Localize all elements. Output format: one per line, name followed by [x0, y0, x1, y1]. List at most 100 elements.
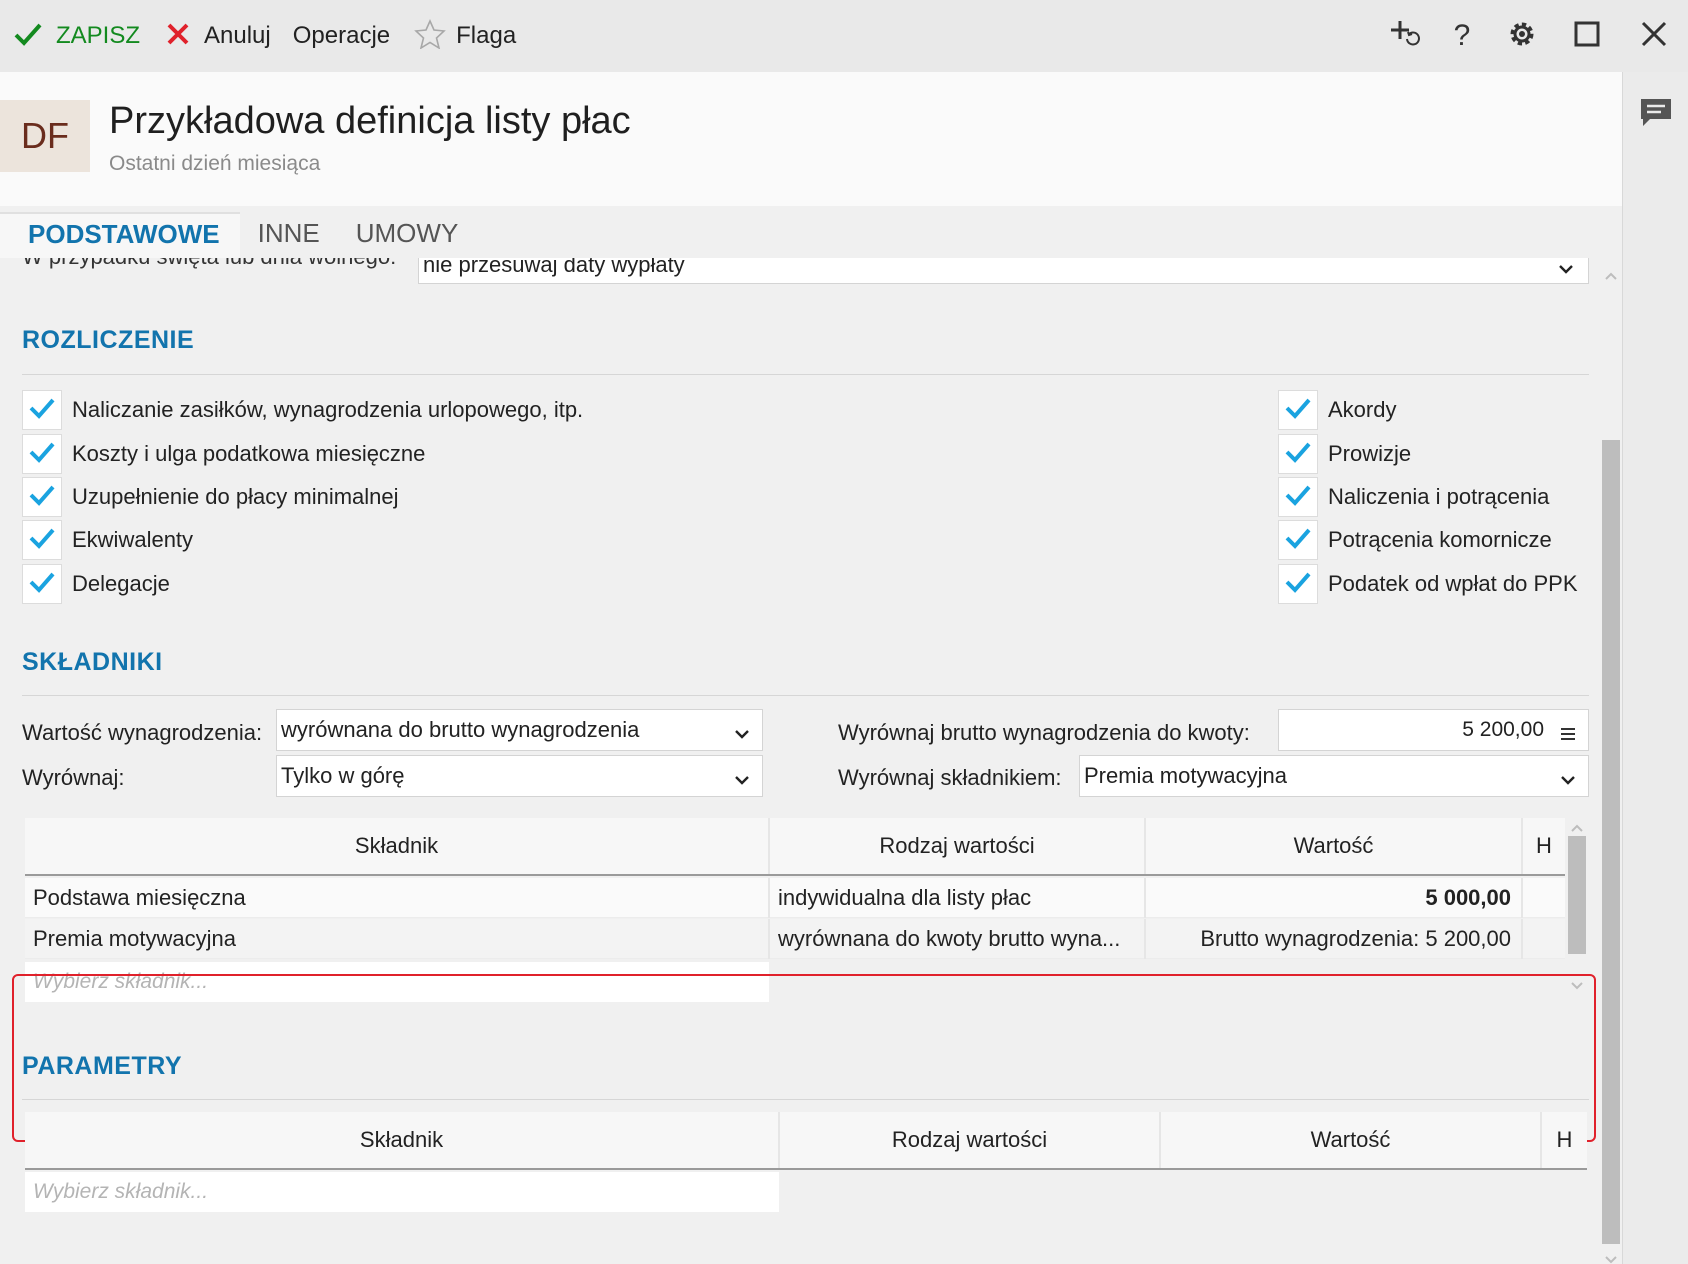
checkbox-label: Akordy — [1328, 397, 1397, 422]
flag-button[interactable]: Flaga — [414, 0, 516, 72]
parametry-grid: Składnik Rodzaj wartości Wartość H Wybie… — [25, 1112, 1587, 1232]
wartosc-value: wyrównana do brutto wynagrodzenia — [281, 717, 640, 742]
form-content: W przypadku święta lub dnia wolnego: nie… — [0, 258, 1622, 1264]
kwota-value: 5 200,00 — [1462, 718, 1544, 741]
checkmark-icon — [14, 22, 42, 51]
cell-skladnik: Podstawa miesięczna — [25, 878, 770, 918]
grid-scrollbar[interactable] — [1568, 820, 1586, 998]
column-header-rodzaj[interactable]: Rodzaj wartości — [770, 818, 1146, 874]
cell-h — [1523, 919, 1565, 959]
chevron-down-icon — [734, 766, 750, 792]
comments-icon[interactable] — [1638, 96, 1674, 135]
kwota-input[interactable]: 5 200,00 — [1278, 709, 1589, 751]
tab-bar: PODSTAWOWE INNE UMOWY — [0, 206, 1622, 258]
add-refresh-button[interactable] — [1381, 0, 1429, 72]
chevron-down-icon — [734, 720, 750, 746]
save-label: ZAPISZ — [56, 22, 141, 49]
menu-icon[interactable] — [1560, 723, 1576, 747]
checkbox-ekwiwalenty[interactable]: Ekwiwalenty — [22, 520, 193, 560]
column-header-skladnik[interactable]: Składnik — [25, 818, 770, 874]
checkbox-label: Delegacje — [72, 571, 170, 596]
save-button[interactable]: ZAPISZ — [14, 0, 140, 72]
checkbox-prowizje[interactable]: Prowizje — [1278, 434, 1411, 474]
cell-rodzaj: indywidualna dla listy płac — [770, 878, 1146, 918]
close-icon — [1641, 21, 1667, 52]
checkbox-naliczenia-potracenia[interactable]: Naliczenia i potrącenia — [1278, 477, 1549, 517]
cell-h — [1523, 878, 1565, 918]
chevron-down-icon — [1604, 1252, 1618, 1264]
grid-header: Składnik Rodzaj wartości Wartość H — [25, 818, 1565, 876]
checkbox-label: Potrącenia komornicze — [1328, 527, 1552, 552]
checkbox-label: Podatek od wpłat do PPK — [1328, 571, 1578, 596]
checkbox-akordy[interactable]: Akordy — [1278, 390, 1396, 430]
checkmark-icon — [28, 396, 56, 425]
skladniki-grid: Składnik Rodzaj wartości Wartość H Podst… — [25, 818, 1565, 1002]
column-header-wartosc[interactable]: Wartość — [1161, 1112, 1542, 1168]
operations-button[interactable]: Operacje — [293, 0, 390, 72]
toolbar: ZAPISZ Anuluj Operacje Flaga ? — [0, 0, 1688, 72]
divider — [22, 374, 1589, 375]
column-header-rodzaj[interactable]: Rodzaj wartości — [780, 1112, 1161, 1168]
wartosc-select[interactable]: wyrównana do brutto wynagrodzenia — [276, 709, 763, 751]
checkbox-potracenia-komornicze[interactable]: Potrącenia komornicze — [1278, 520, 1552, 560]
grid-header: Składnik Rodzaj wartości Wartość H — [25, 1112, 1587, 1170]
checkbox-naliczanie-zasilkow[interactable]: Naliczanie zasiłków, wynagrodzenia urlop… — [22, 390, 583, 430]
maximize-button[interactable] — [1563, 0, 1611, 72]
divider — [22, 1099, 1589, 1100]
table-row[interactable]: Podstawa miesięczna indywidualna dla lis… — [25, 878, 1565, 918]
checkbox-label: Prowizje — [1328, 441, 1412, 466]
checkbox-delegacje[interactable]: Delegacje — [22, 564, 170, 604]
tab-umowy[interactable]: UMOWY — [338, 212, 477, 258]
star-icon — [414, 18, 446, 54]
avatar: DF — [0, 100, 90, 172]
checkmark-icon — [1284, 396, 1312, 425]
cell-wartosc: 5 000,00 — [1146, 878, 1523, 918]
help-button[interactable]: ? — [1438, 0, 1486, 72]
cell-skladnik: Premia motywacyjna — [25, 919, 770, 959]
wartosc-label: Wartość wynagrodzenia: — [22, 720, 263, 745]
checkmark-icon — [28, 570, 56, 599]
table-row[interactable]: Premia motywacyjna wyrównana do kwoty br… — [25, 919, 1565, 959]
wyrownaj-label: Wyrównaj: — [22, 765, 125, 790]
checkbox-label: Koszty i ulga podatkowa miesięczne — [72, 441, 426, 466]
skladnik-select[interactable]: Premia motywacyjna — [1079, 755, 1589, 797]
close-button[interactable] — [1630, 0, 1678, 72]
checkmark-icon — [1284, 483, 1312, 512]
checkbox-label: Naliczenia i potrącenia — [1328, 484, 1550, 509]
cancel-button[interactable]: Anuluj — [166, 0, 271, 72]
wyrownaj-value: Tylko w górę — [281, 763, 405, 788]
section-rozliczenie-title: ROZLICZENIE — [22, 326, 195, 354]
add-parametr-input[interactable]: Wybierz składnik... — [25, 1172, 779, 1212]
checkbox-uzupelnienie[interactable]: Uzupełnienie do płacy minimalnej — [22, 477, 399, 517]
kwota-label: Wyrównaj brutto wynagrodzenia do kwoty: — [838, 720, 1250, 745]
checkmark-icon — [28, 440, 56, 469]
side-rail — [1622, 72, 1688, 1264]
holiday-label: W przypadku święta lub dnia wolnego: — [22, 258, 396, 270]
checkbox-label: Naliczanie zasiłków, wynagrodzenia urlop… — [72, 397, 584, 422]
record-header: DF Przykładowa definicja listy płac Osta… — [0, 72, 1622, 206]
tab-podstawowe[interactable]: PODSTAWOWE — [0, 212, 240, 258]
gear-icon — [1507, 19, 1537, 54]
checkbox-podatek-ppk[interactable]: Podatek od wpłat do PPK — [1278, 564, 1578, 604]
column-header-h[interactable]: H — [1523, 818, 1565, 874]
help-icon: ? — [1453, 19, 1471, 52]
holiday-select[interactable]: nie przesuwaj daty wypłaty — [418, 258, 1589, 284]
column-header-h[interactable]: H — [1542, 1112, 1587, 1168]
divider — [22, 695, 1589, 696]
settings-button[interactable] — [1498, 0, 1546, 72]
tab-inne[interactable]: INNE — [240, 212, 338, 258]
wyrownaj-select[interactable]: Tylko w górę — [276, 755, 763, 797]
checkmark-icon — [28, 526, 56, 555]
skladnik-label: Wyrównaj składnikiem: — [838, 765, 1062, 790]
maximize-icon — [1573, 20, 1601, 53]
operations-label: Operacje — [292, 22, 391, 49]
checkmark-icon — [1284, 526, 1312, 555]
checkbox-koszty-ulga[interactable]: Koszty i ulga podatkowa miesięczne — [22, 434, 425, 474]
chevron-down-icon — [1560, 766, 1576, 792]
cell-rodzaj: wyrównana do kwoty brutto wyna... — [770, 919, 1146, 959]
add-refresh-icon — [1388, 18, 1422, 55]
column-header-skladnik[interactable]: Składnik — [25, 1112, 780, 1168]
main-scrollbar[interactable] — [1602, 258, 1620, 1264]
checkmark-icon — [1284, 440, 1312, 469]
column-header-wartosc[interactable]: Wartość — [1146, 818, 1523, 874]
